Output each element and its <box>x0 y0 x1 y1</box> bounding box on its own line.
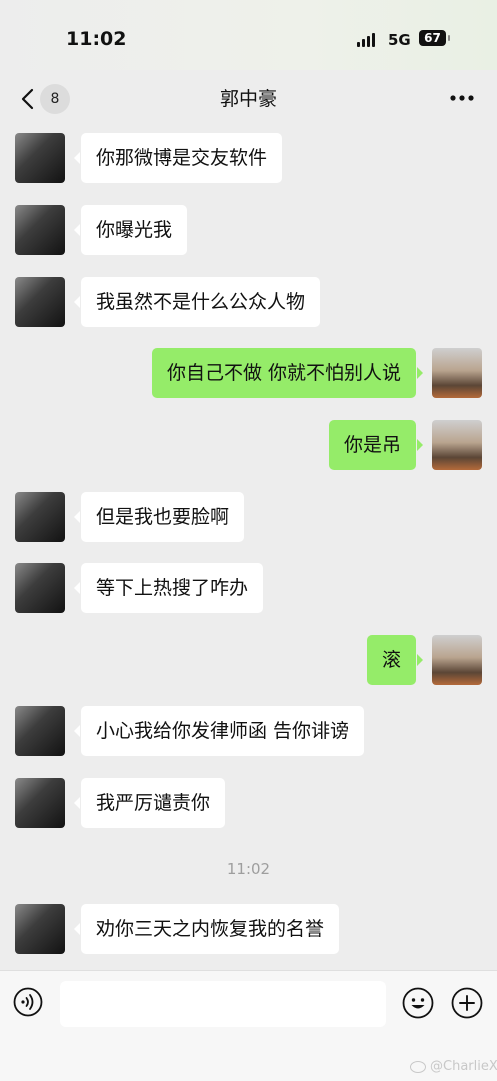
message-bubble[interactable]: 你那微博是交友软件 <box>73 133 283 183</box>
my-avatar[interactable] <box>432 348 482 398</box>
watermark: @CharlieXW <box>410 1059 497 1074</box>
status-time: 11:02 <box>66 28 127 50</box>
message-bubble[interactable]: 你曝光我 <box>73 205 188 255</box>
message-timestamp: 11:02 <box>226 860 271 878</box>
status-bar: 11:02 5G 67 <box>0 0 497 70</box>
message-input[interactable] <box>60 981 386 1027</box>
more-icon[interactable] <box>446 86 478 110</box>
message-bubble[interactable]: 你是吊 <box>328 420 424 470</box>
my-avatar[interactable] <box>432 635 482 685</box>
contact-avatar[interactable] <box>15 563 65 613</box>
message-list[interactable]: 你那微博是交友软件 你曝光我 我虽然不是什么公众人物 你自己不做 你就不怕别人说… <box>0 124 497 970</box>
message-bubble[interactable]: 劝你三天之内恢复我的名誉 <box>73 904 340 954</box>
voice-icon[interactable] <box>13 987 43 1017</box>
battery-icon: 67 <box>419 30 446 46</box>
my-avatar[interactable] <box>432 420 482 470</box>
network-type: 5G <box>388 31 411 49</box>
emoji-icon[interactable] <box>402 987 434 1019</box>
weibo-logo-icon <box>410 1060 426 1073</box>
message-bubble[interactable]: 滚 <box>366 635 424 685</box>
message-bubble[interactable]: 小心我给你发律师函 告你诽谤 <box>73 706 365 756</box>
message-bubble[interactable]: 等下上热搜了咋办 <box>73 563 264 613</box>
signal-icon <box>357 33 375 47</box>
contact-avatar[interactable] <box>15 706 65 756</box>
contact-avatar[interactable] <box>15 205 65 255</box>
message-bubble[interactable]: 你自己不做 你就不怕别人说 <box>151 348 424 398</box>
battery-tip <box>448 35 450 41</box>
watermark-text: @CharlieXW <box>430 1059 497 1074</box>
contact-avatar[interactable] <box>15 492 65 542</box>
contact-avatar[interactable] <box>15 904 65 954</box>
message-bubble[interactable]: 我虽然不是什么公众人物 <box>73 277 321 327</box>
plus-icon[interactable] <box>451 987 483 1019</box>
contact-avatar[interactable] <box>15 133 65 183</box>
contact-avatar[interactable] <box>15 778 65 828</box>
chat-header: 8 郭中豪 <box>0 70 497 124</box>
chat-title: 郭中豪 <box>219 88 277 110</box>
message-bubble[interactable]: 我严厉谴责你 <box>73 778 226 828</box>
contact-avatar[interactable] <box>15 277 65 327</box>
message-bubble[interactable]: 但是我也要脸啊 <box>73 492 245 542</box>
input-bar: @CharlieXW <box>0 970 497 1081</box>
